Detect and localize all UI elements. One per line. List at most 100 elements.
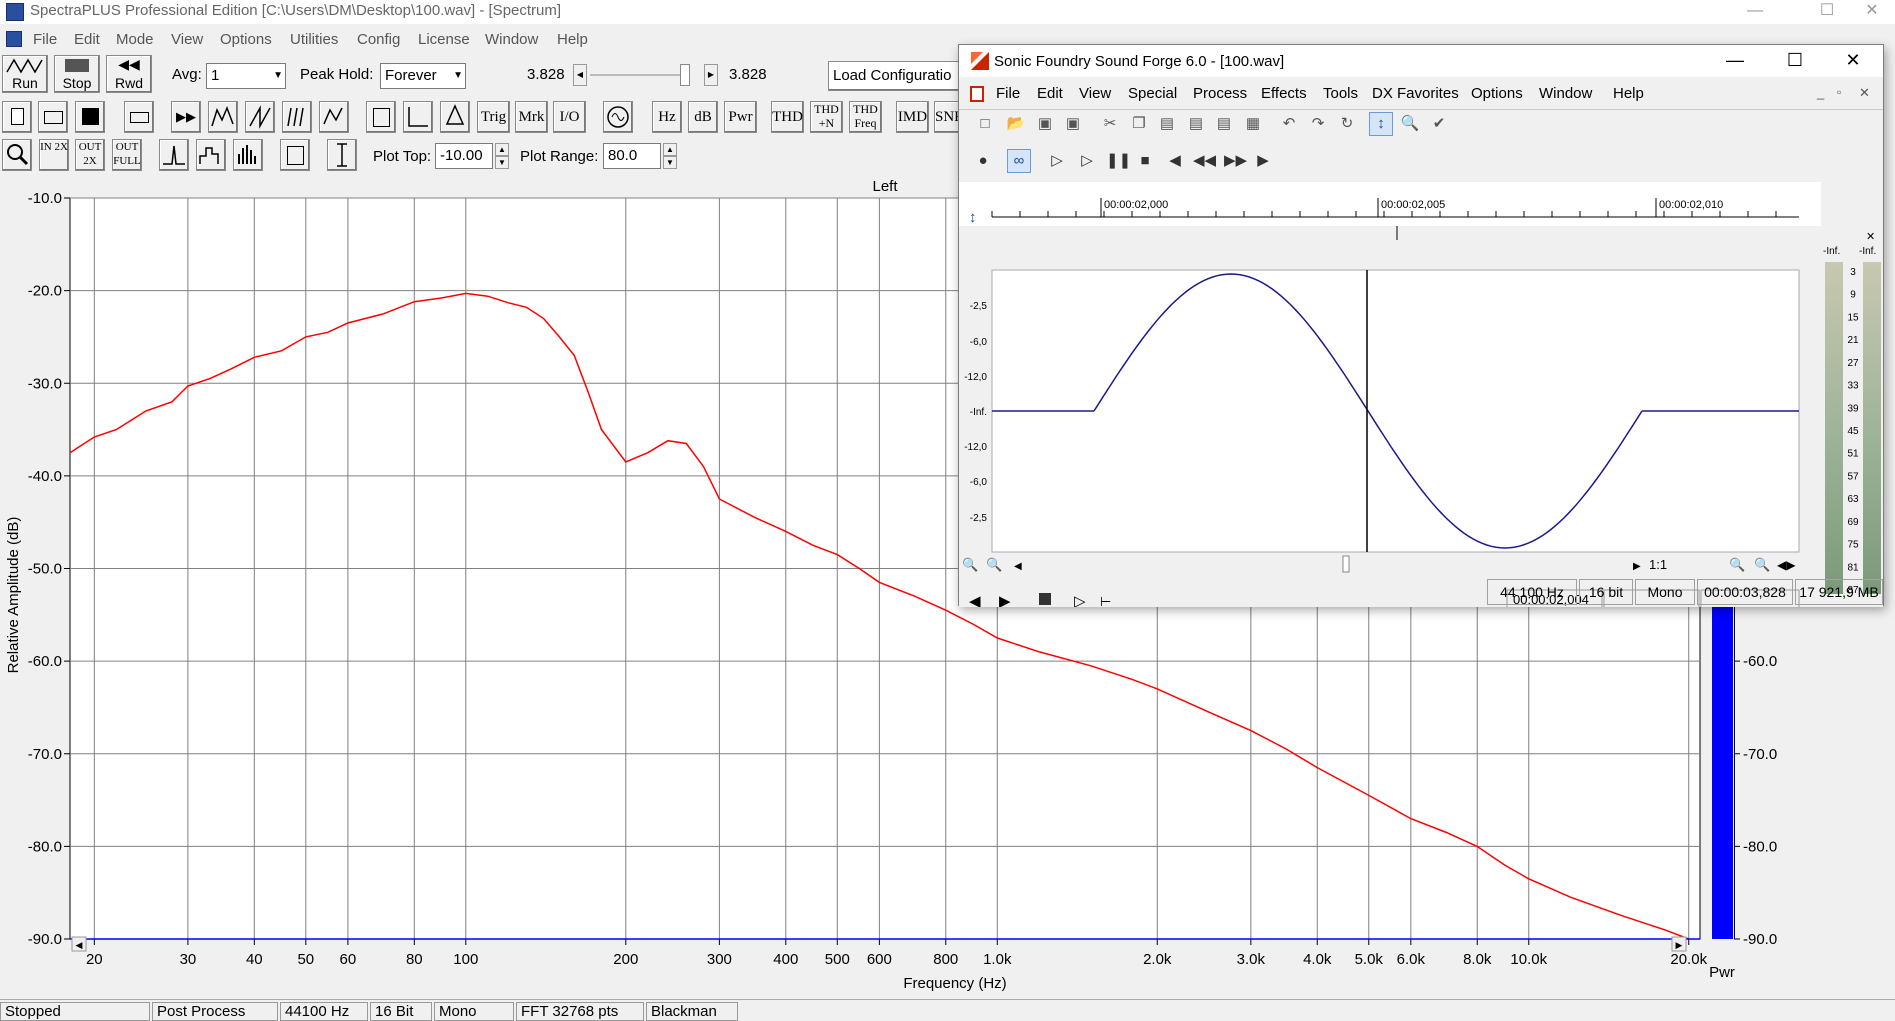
sf-paste-new-icon[interactable]: ▤ (1212, 112, 1236, 136)
maximize-icon[interactable]: ☐ (1804, 0, 1850, 24)
sf-zoom-in-small-icon[interactable]: 🔍 (1754, 556, 1770, 572)
open-folder-icon[interactable] (38, 101, 68, 133)
menu-options[interactable]: Options (220, 31, 272, 48)
pwr-button[interactable]: Pwr (724, 101, 757, 133)
sf-play-icon[interactable]: ▷ (1075, 149, 1099, 173)
zoom-out-2x-button[interactable]: OUT 2X (75, 139, 105, 171)
sf-waveform-panel[interactable]: 00:00:02,000 00:00:02,005 00:00:02,010 ↕… (959, 182, 1883, 607)
sf-undo-icon[interactable]: ↶ (1277, 112, 1301, 136)
menu-utilities[interactable]: Utilities (290, 31, 338, 48)
sf-close-icon[interactable]: ✕ (1823, 45, 1883, 77)
thd-freq-button[interactable]: THD Freq (849, 101, 882, 133)
sf-pause-icon[interactable]: ❚❚ (1105, 149, 1131, 173)
report-icon[interactable] (366, 101, 396, 133)
menu-view[interactable]: View (171, 31, 203, 48)
sf-save-as-icon[interactable]: ▣ (1061, 112, 1085, 136)
sf-menu-window[interactable]: Window (1539, 85, 1592, 102)
scroll-left-arrow-icon[interactable]: ◀ (573, 64, 587, 86)
mrk-button[interactable]: Mrk (515, 101, 548, 133)
plot-top-input[interactable]: -10.00 (435, 143, 493, 169)
sf-menu-process[interactable]: Process (1193, 85, 1247, 102)
scroll-right-arrow-icon[interactable]: ▶ (704, 64, 718, 86)
sf-go-start-icon[interactable]: ◀ (1163, 149, 1187, 173)
sf-bottom-play-icon[interactable]: ▷ (1074, 593, 1086, 607)
octave-bands-icon[interactable] (196, 139, 226, 171)
sf-bottom-go-end-icon[interactable]: ▶ (999, 593, 1011, 607)
sf-menu-tools[interactable]: Tools (1323, 85, 1358, 102)
spectrum-view-icon[interactable] (208, 101, 238, 133)
signal-generator-icon[interactable] (603, 101, 633, 133)
sf-bottom-go-start-icon[interactable]: ◀ (969, 593, 981, 607)
bar-graph-icon[interactable] (233, 139, 263, 171)
io-button[interactable]: I/O (553, 101, 586, 133)
menu-license[interactable]: License (418, 31, 470, 48)
menu-file[interactable]: File (33, 31, 57, 48)
sf-go-end-icon[interactable]: ▶ (1251, 149, 1275, 173)
sf-copy-icon[interactable]: ❐ (1127, 112, 1151, 136)
sf-repeat-icon[interactable]: ↻ (1335, 112, 1359, 136)
plot-range-up-icon[interactable]: ▲ (663, 143, 677, 156)
sf-menu-file[interactable]: File (996, 85, 1020, 102)
minimize-icon[interactable]: — (1732, 0, 1778, 24)
thd-n-button[interactable]: THD +N (810, 101, 843, 133)
sf-menu-view[interactable]: View (1079, 85, 1111, 102)
sf-zoom-fit-icon[interactable]: ◀▶ (1777, 558, 1796, 572)
hz-button[interactable]: Hz (652, 101, 682, 133)
sf-magnify-tool-icon[interactable]: 🔍 (1398, 112, 1422, 136)
sf-scroll-left-icon[interactable]: ◀ (1014, 561, 1022, 572)
sf-meter-close-icon[interactable]: ✕ (1866, 231, 1875, 243)
peak-hold-select[interactable]: Forever ▼ (380, 63, 466, 89)
sf-zoom-out-small-icon[interactable]: 🔍 (1729, 556, 1745, 572)
time-slider-thumb[interactable] (680, 64, 690, 86)
sf-menu-edit[interactable]: Edit (1037, 85, 1063, 102)
sf-edit-tool-icon[interactable]: ↕ (1369, 112, 1393, 136)
sf-record-icon[interactable]: ● (971, 149, 995, 173)
sf-loop-icon[interactable]: ∞ (1007, 149, 1031, 173)
axis-scale-icon[interactable] (403, 101, 433, 133)
menu-edit[interactable]: Edit (74, 31, 100, 48)
zoom-out-full-button[interactable]: OUT FULL (112, 139, 142, 171)
sf-bottom-scrub-icon[interactable]: ⊢ (1100, 594, 1111, 607)
plot-range-down-icon[interactable]: ▼ (663, 156, 677, 169)
save-icon[interactable] (75, 101, 105, 133)
thd-button[interactable]: THD (771, 101, 804, 133)
time-slider-track[interactable] (590, 74, 688, 76)
sf-crop-icon[interactable]: ▦ (1241, 112, 1265, 136)
sf-zoom-out-icon[interactable]: 🔍 (962, 556, 978, 572)
scope-trigger-icon[interactable] (440, 101, 470, 133)
sf-forward-icon[interactable]: ▶▶ (1223, 149, 1247, 173)
sf-stop-icon[interactable]: ■ (1133, 149, 1157, 173)
sf-pencil-tool-icon[interactable]: ✔ (1427, 112, 1451, 136)
sf-redo-icon[interactable]: ↷ (1306, 112, 1330, 136)
db-button[interactable]: dB (688, 101, 718, 133)
new-file-icon[interactable] (2, 101, 32, 133)
stop-button[interactable]: Stop (54, 55, 100, 93)
slope-view-icon[interactable] (245, 101, 275, 133)
peak-icon[interactable] (159, 139, 189, 171)
sf-zoom-in-icon[interactable]: 🔍 (986, 556, 1002, 572)
sf-menu-effects[interactable]: Effects (1261, 85, 1307, 102)
sf-save-icon[interactable]: ▣ (1033, 112, 1057, 136)
sf-mix-icon[interactable]: ▤ (1184, 112, 1208, 136)
plot-range-input[interactable]: 80.0 (603, 143, 661, 169)
waterfall-view-icon[interactable] (282, 101, 312, 133)
menu-config[interactable]: Config (357, 31, 400, 48)
fast-forward-icon[interactable]: ▶▶ (171, 101, 201, 133)
sf-scrollbar[interactable] (959, 555, 1821, 573)
sf-menu-special[interactable]: Special (1128, 85, 1177, 102)
sf-rewind-icon[interactable]: ◀◀ (1192, 149, 1216, 173)
sf-scroll-thumb[interactable] (1342, 555, 1350, 573)
run-button[interactable]: Run (2, 55, 48, 93)
sf-open-icon[interactable]: 📂 (1004, 112, 1028, 136)
zoom-in-2x-button[interactable]: IN 2X (39, 139, 69, 171)
sf-child-minimize-icon[interactable]: _ (1817, 85, 1824, 100)
table-view-icon[interactable] (280, 139, 310, 171)
sf-child-restore-icon[interactable]: ▫ (1837, 85, 1841, 99)
sf-scroll-right-icon[interactable]: ▶ (1633, 561, 1641, 572)
imd-button[interactable]: IMD (896, 101, 929, 133)
vertical-scale-icon[interactable] (327, 139, 357, 171)
3d-surface-view-icon[interactable] (319, 101, 349, 133)
menu-window[interactable]: Window (485, 31, 538, 48)
plot-top-up-icon[interactable]: ▲ (495, 143, 509, 156)
close-icon[interactable]: ✕ (1849, 0, 1895, 24)
